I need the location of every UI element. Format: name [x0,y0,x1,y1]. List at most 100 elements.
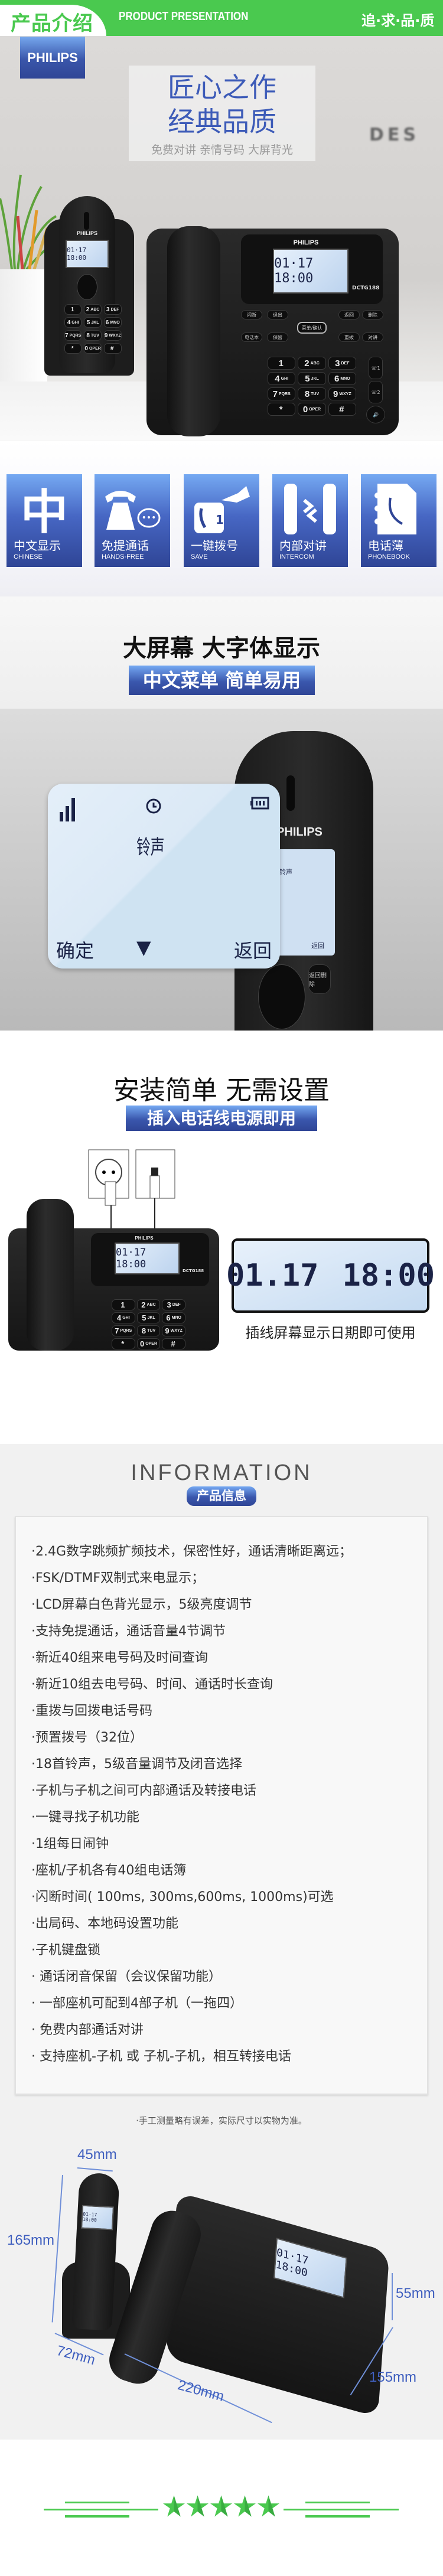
cordless-handset: 01·17 18:00 [71,2172,120,2331]
function-key[interactable]: 返回 [338,310,360,319]
key-letters: OPER [89,346,101,351]
key-digit: 2 [304,358,310,369]
key-#[interactable]: # [328,403,356,416]
feature-item: ·预置拨号（32位） [31,1730,143,1745]
key-2[interactable]: 2 ABC [84,304,102,315]
key-1[interactable]: 1 [268,357,296,370]
key-1[interactable]: 1 [64,304,82,315]
rating-divider [0,2440,443,2576]
key-digit: 5 [142,1313,146,1322]
key-letters: TUV [311,392,320,396]
key-7[interactable]: 7 PQRS [268,387,296,400]
key-6[interactable]: 6 MNO [162,1312,185,1323]
key-3[interactable]: 3 DEF [162,1299,185,1310]
feature-intercom: 内部对讲 INTERCOM [272,474,348,567]
star-icon [257,2495,280,2517]
key-3[interactable]: 3 DEF [103,304,122,315]
key-digit: 5 [86,319,90,326]
features-list: ·2.4G数字跳频扩频技术，保密性好，通话清晰距离远； ·FSK/DTMF双制式来… [31,1538,352,2070]
key-9[interactable]: 9 WXYZ [103,330,122,341]
hero-headline-2: 经典品质 [168,106,276,138]
key-digit: 3 [106,306,110,313]
philips-logo: PHILIPS [20,37,85,79]
key-2[interactable]: 2 ABC [136,1299,161,1310]
enlarged-lcd-screen: 铃声 确定 ▼ 返回 [48,784,280,969]
section-banner: 中文菜单 简单易用 [129,666,315,695]
info-badge: 产品信息 [187,1486,256,1506]
function-key[interactable]: 闪断 [241,310,262,319]
key-5[interactable]: 5 JKL [136,1312,161,1323]
divider-line [305,2515,370,2518]
key-letters: WXYZ [170,1329,183,1333]
key-digit: 4 [116,1313,122,1322]
key-digit: 1 [120,1300,125,1309]
key-7[interactable]: 7 PQRS [64,330,82,341]
feature-label-en: INTERCOM [279,553,314,560]
key-digit: * [121,1339,125,1348]
line-2-key[interactable]: ☏2 [369,381,383,403]
signal-icon [60,798,75,821]
feature-label: 中文显示 [14,539,61,553]
key-digit: 2 [86,306,90,313]
function-key[interactable]: 保留 [267,332,288,342]
dim-base-width: 220mm [175,2377,226,2405]
key-0[interactable]: 0 OPER [298,403,326,416]
info-title: INFORMATION [131,1460,312,1485]
key-*[interactable]: * [112,1338,135,1349]
key-*[interactable]: * [64,343,82,354]
enlarged-lcd: 01.17 18:00 [226,1238,435,1313]
key-9[interactable]: 9 WXYZ [162,1325,185,1336]
feature-label: 内部对讲 [279,539,327,553]
function-key[interactable]: 删除 [362,310,383,319]
key-4[interactable]: 4 GHI [64,317,82,328]
speaker-key[interactable]: 🔊 [366,406,385,423]
hero-banner: DES PHILIPS 匠心之作 经典品质 免费对讲 亲情号码 大屏背光 PHI… [0,36,443,441]
key-5[interactable]: 5 JKL [84,317,102,328]
function-key[interactable]: 退出 [267,310,288,319]
key-#[interactable]: # [103,343,122,354]
feature-hands-free: ••• 免提通话 HANDS-FREE [95,474,170,567]
function-key[interactable]: 菜单/确认 [297,322,327,334]
key-digit: 1 [70,306,74,313]
key-digit: 0 [302,404,308,415]
function-key[interactable]: 电话本 [241,332,262,342]
nav-key[interactable] [258,964,305,1029]
key-1[interactable]: 1 [112,1299,135,1310]
feature-item: ·2.4G数字跳频扩频技术，保密性好，通话清晰距离远； [31,1544,353,1559]
key-4[interactable]: 4 GHI [112,1312,135,1323]
function-key[interactable]: 重拨 [338,332,360,342]
key-6[interactable]: 6 MNO [328,372,356,385]
key-#[interactable]: # [162,1338,185,1349]
key-2[interactable]: 2 ABC [298,357,326,370]
key-*[interactable]: * [268,403,296,416]
key-letters: OPER [145,1342,158,1346]
key-9[interactable]: 9 WXYZ [328,387,356,400]
feature-item: ·新近10组去电号码、时间、通话时长查询 [31,1677,273,1692]
key-8[interactable]: 8 TUV [298,387,326,400]
key-4[interactable]: 4 GHI [268,372,296,385]
key-3[interactable]: 3 DEF [328,357,356,370]
key-7[interactable]: 7 PQRS [112,1325,135,1336]
back-delete-key[interactable]: 返回删除 [308,964,331,994]
key-0[interactable]: 0 OPER [136,1338,161,1349]
key-letters: PQRS [69,333,82,338]
dim-base-depth: 155mm [369,2369,417,2385]
key-6[interactable]: 6 MNO [103,317,122,328]
key-5[interactable]: 5 JKL [298,372,326,385]
key-8[interactable]: 8 TUV [84,330,102,341]
line-1-key[interactable]: ☏1 [369,357,383,379]
feature-item: · 免费内部通话对讲 [31,2023,144,2037]
divider-line [65,2502,129,2503]
handset-nav-key[interactable] [77,274,97,300]
key-8[interactable]: 8 TUV [136,1325,161,1336]
function-key[interactable]: 对讲 [362,332,383,342]
divider-line [44,2509,158,2510]
feature-item: ·1组每日闹钟 [31,1837,109,1851]
key-0[interactable]: 0 OPER [84,343,102,354]
dim-handset-height: 165mm [7,2232,55,2248]
clock-icon [146,798,161,814]
screen-right-softkey: 返回 [234,940,272,962]
model-label: DCTG188 [183,1269,204,1273]
key-digit: 6 [334,373,340,384]
key-letters: GHI [122,1316,130,1320]
